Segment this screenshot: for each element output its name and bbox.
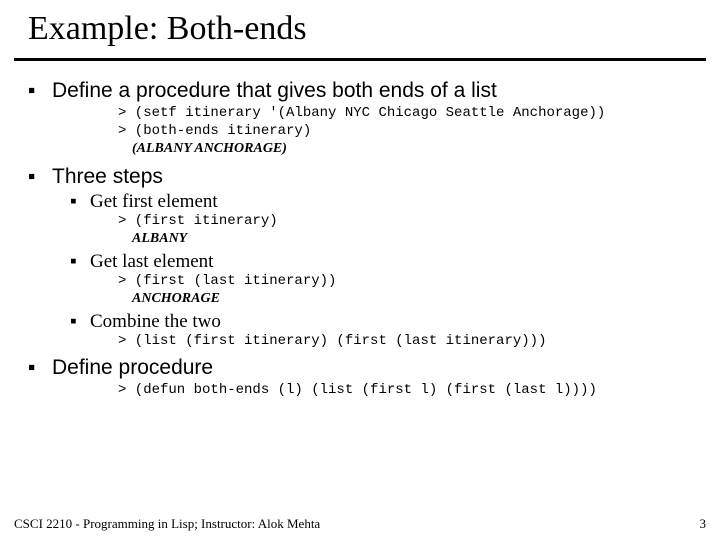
bullet-text: Define procedure xyxy=(52,356,213,380)
subbullet-get-last: ▪ Get last element xyxy=(70,251,700,273)
slide-title: Example: Both-ends xyxy=(0,0,720,56)
bullet-dot-icon: ▪ xyxy=(28,79,52,103)
bullet-text: Get first element xyxy=(90,191,218,213)
subbullet-get-first: ▪ Get first element xyxy=(70,191,700,213)
bullet-dot-icon: ▪ xyxy=(28,165,52,189)
code-text: > (list (first itinerary) (first (last i… xyxy=(118,333,546,349)
footer-text: CSCI 2210 - Programming in Lisp; Instruc… xyxy=(14,516,320,532)
code-block: > (list (first itinerary) (first (last i… xyxy=(118,333,700,351)
code-result: (ALBANY ANCHORAGE) xyxy=(118,141,287,156)
bullet-text: Combine the two xyxy=(90,311,221,333)
bullet-text: Get last element xyxy=(90,251,213,273)
code-result: ANCHORAGE xyxy=(118,291,220,306)
bullet-text: Three steps xyxy=(52,165,163,189)
code-block: > (defun both-ends (l) (list (first l) (… xyxy=(118,382,700,400)
code-text: > (setf itinerary '(Albany NYC Chicago S… xyxy=(118,105,605,139)
slide-footer: CSCI 2210 - Programming in Lisp; Instruc… xyxy=(14,516,706,532)
bullet-three-steps: ▪ Three steps xyxy=(28,165,700,189)
bullet-dot-icon: ▪ xyxy=(28,356,52,380)
code-text: > (first (last itinerary)) xyxy=(118,273,336,289)
code-block: > (setf itinerary '(Albany NYC Chicago S… xyxy=(118,105,700,159)
slide-body: ▪ Define a procedure that gives both end… xyxy=(0,79,720,400)
code-result: ALBANY xyxy=(118,231,187,246)
code-text: > (first itinerary) xyxy=(118,213,278,229)
code-block: > (first (last itinerary)) ANCHORAGE xyxy=(118,273,700,309)
bullet-dot-icon: ▪ xyxy=(70,191,90,213)
bullet-define-procedure: ▪ Define procedure xyxy=(28,356,700,380)
code-block: > (first itinerary) ALBANY xyxy=(118,213,700,249)
bullet-dot-icon: ▪ xyxy=(70,251,90,273)
bullet-dot-icon: ▪ xyxy=(70,311,90,333)
bullet-text: Define a procedure that gives both ends … xyxy=(52,79,497,103)
code-text: > (defun both-ends (l) (list (first l) (… xyxy=(118,382,597,398)
title-rule xyxy=(14,58,706,61)
subbullet-combine: ▪ Combine the two xyxy=(70,311,700,333)
page-number: 3 xyxy=(700,516,707,532)
bullet-define: ▪ Define a procedure that gives both end… xyxy=(28,79,700,103)
